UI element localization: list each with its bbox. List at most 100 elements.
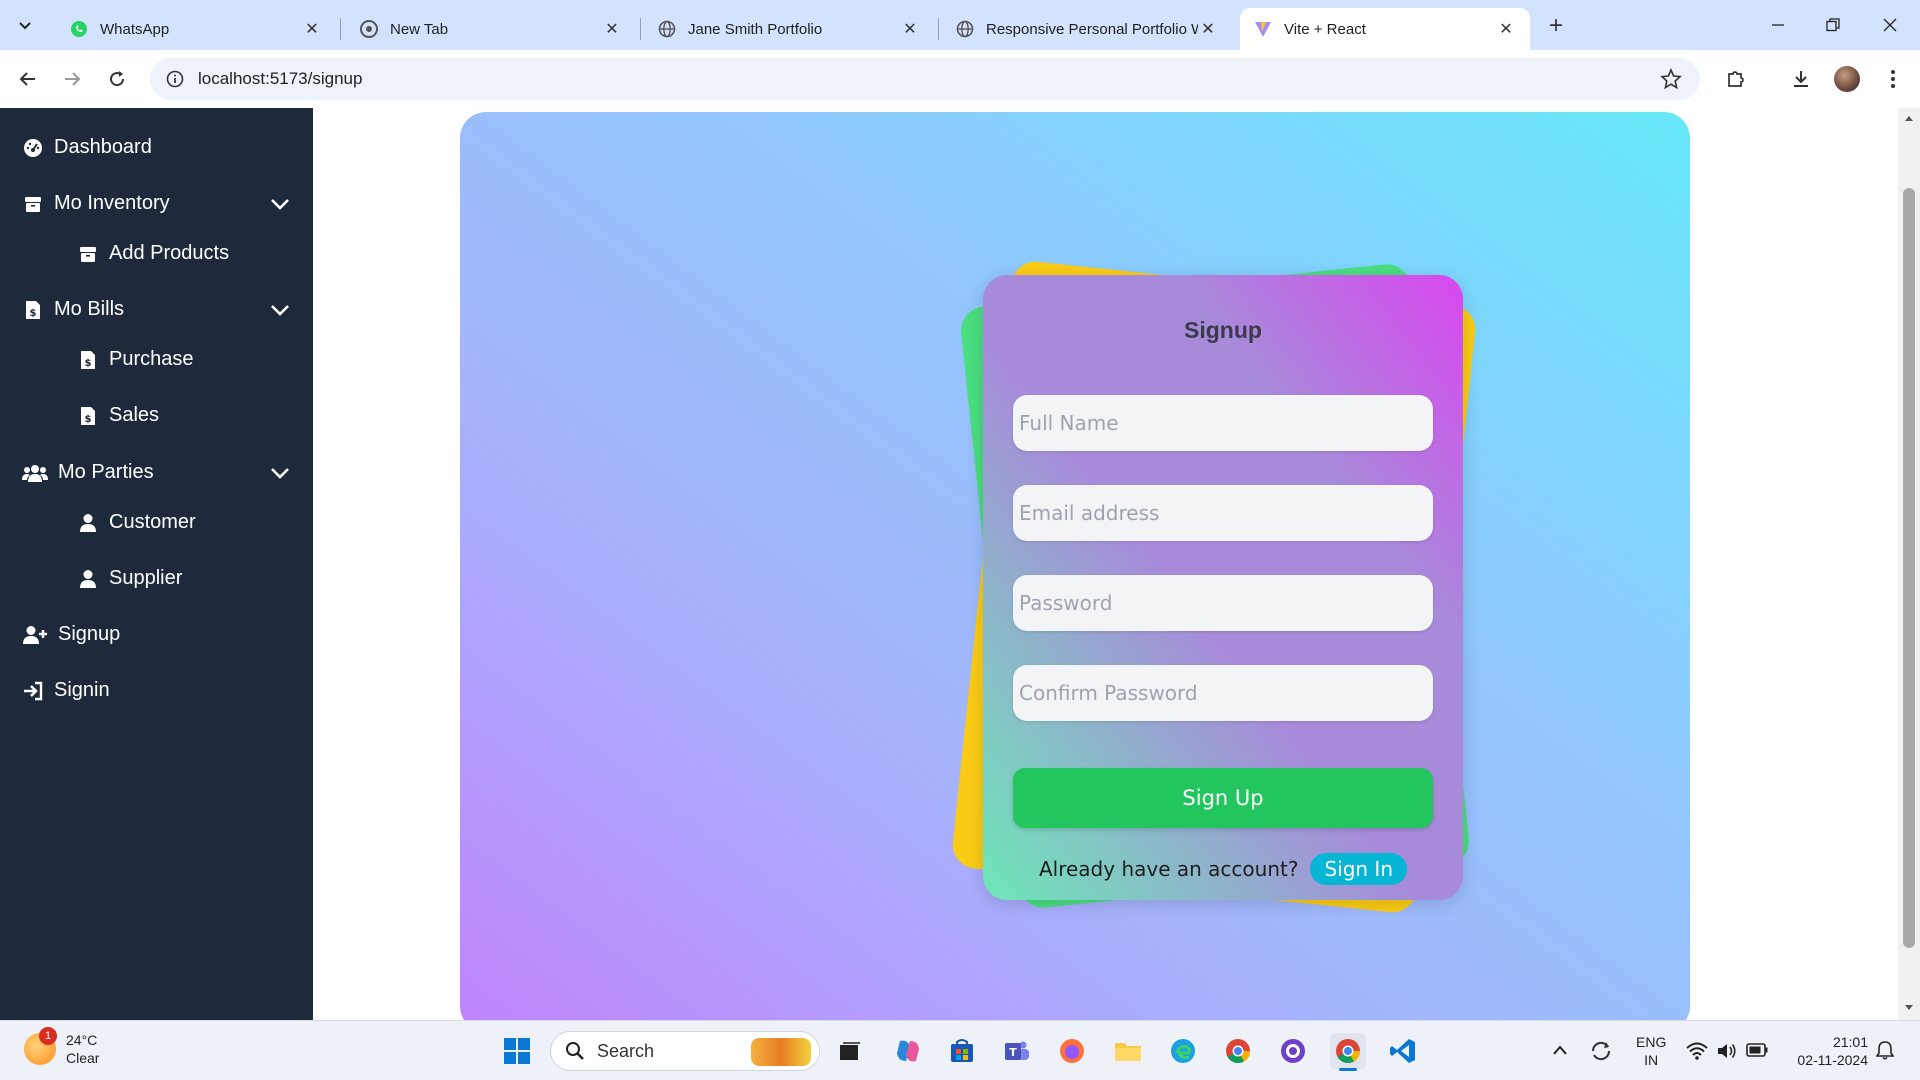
taskbar-copilot[interactable] (890, 1033, 926, 1069)
taskbar-chrome-active[interactable] (1330, 1033, 1366, 1071)
minimize-button[interactable] (1758, 10, 1798, 40)
sidebar-item-label: Dashboard (54, 136, 152, 158)
chevron-down-icon[interactable] (268, 461, 292, 485)
clock[interactable]: 21:01 02-11-2024 (1786, 1033, 1868, 1069)
taskbar-task-view[interactable] (832, 1033, 868, 1069)
close-icon[interactable]: ✕ (302, 19, 322, 39)
profile-button[interactable] (1832, 64, 1862, 94)
user-icon (77, 568, 99, 590)
taskbar-vscode[interactable] (1385, 1033, 1421, 1069)
start-button[interactable] (499, 1033, 535, 1069)
forward-button[interactable] (57, 64, 87, 94)
taskbar-github[interactable] (1275, 1033, 1311, 1069)
sidebar-item-customer[interactable]: Customer (77, 511, 196, 534)
svg-text:$: $ (30, 308, 37, 319)
sidebar-item-supplier[interactable]: Supplier (77, 567, 182, 590)
password-field[interactable] (1013, 575, 1433, 631)
sidebar-item-signin[interactable]: Signin (22, 679, 110, 702)
sidebar-item-mo-inventory[interactable]: Mo Inventory (22, 192, 170, 215)
signin-prompt: Already have an account? Sign In (983, 853, 1463, 885)
sidebar-item-mo-bills[interactable]: $ Mo Bills (22, 298, 124, 321)
tab-vite-react[interactable]: Vite + React ✕ (1240, 8, 1530, 50)
close-icon[interactable]: ✕ (1198, 19, 1218, 39)
scrollbar-thumb[interactable] (1903, 188, 1915, 948)
weather-widget[interactable]: 1 24°C Clear (24, 1027, 99, 1067)
full-name-field[interactable] (1013, 395, 1433, 451)
chevron-down-icon[interactable] (268, 298, 292, 322)
sidebar-item-add-products[interactable]: Add Products (77, 242, 229, 265)
battery-icon[interactable] (1746, 1043, 1768, 1057)
extensions-button[interactable] (1721, 64, 1751, 94)
confirm-password-field[interactable] (1013, 665, 1433, 721)
taskbar-search[interactable]: Search (550, 1031, 820, 1071)
svg-text:$: $ (85, 414, 92, 425)
browser-tab-strip: WhatsApp ✕ New Tab ✕ Jane Smith Portfoli… (0, 0, 1920, 50)
taskbar-edge[interactable] (1165, 1033, 1201, 1069)
arrow-left-icon (19, 72, 35, 86)
notification-badge: 1 (39, 1027, 57, 1045)
taskbar-store[interactable] (944, 1033, 980, 1069)
windows-logo-icon (504, 1038, 530, 1064)
tab-divider (640, 18, 641, 40)
reload-button[interactable] (102, 64, 132, 94)
close-icon (1883, 18, 1897, 32)
vite-icon (1254, 20, 1272, 38)
bookmark-star-icon[interactable] (1660, 67, 1682, 95)
reload-icon (110, 71, 125, 87)
sign-in-link[interactable]: Sign In (1310, 853, 1408, 885)
email-field[interactable] (1013, 485, 1433, 541)
sidebar-item-mo-parties[interactable]: Mo Parties (22, 461, 154, 484)
sidebar-item-label: Add Products (109, 242, 230, 264)
volume-icon[interactable] (1716, 1041, 1738, 1061)
chevron-down-icon[interactable] (268, 192, 292, 216)
globe-icon (658, 20, 676, 38)
taskbar-teams[interactable]: T (999, 1033, 1035, 1069)
chevron-up-icon[interactable] (1552, 1043, 1568, 1057)
page-scrollbar[interactable] (1898, 108, 1920, 1020)
close-icon[interactable]: ✕ (1496, 19, 1516, 39)
scroll-down-icon[interactable] (1904, 1004, 1914, 1012)
svg-text:$: $ (85, 358, 92, 369)
clock-time: 21:01 (1832, 1034, 1868, 1050)
user-plus-icon (22, 624, 48, 646)
user-icon (77, 512, 99, 534)
language-code: ENG (1636, 1034, 1667, 1050)
whatsapp-icon (70, 20, 88, 38)
task-view-icon (840, 1042, 860, 1060)
sidebar-item-sales[interactable]: $ Sales (77, 404, 159, 427)
taskbar-file-explorer[interactable] (1110, 1033, 1146, 1069)
language-indicator[interactable]: ENG IN (1636, 1033, 1666, 1069)
taskbar-chrome[interactable] (1220, 1033, 1256, 1069)
sign-in-icon (22, 680, 44, 702)
wifi-icon[interactable] (1686, 1041, 1708, 1061)
sidebar-item-purchase[interactable]: $ Purchase (77, 348, 194, 371)
tab-whatsapp[interactable]: WhatsApp ✕ (56, 8, 336, 50)
sync-icon[interactable] (1589, 1039, 1613, 1063)
back-button[interactable] (13, 64, 43, 94)
sign-up-button[interactable]: Sign Up (1013, 768, 1433, 828)
tab-new-tab[interactable]: New Tab ✕ (346, 8, 636, 50)
taskbar-firefox[interactable] (1054, 1033, 1090, 1069)
browser-menu-button[interactable] (1878, 64, 1908, 94)
sidebar-item-label: Mo Inventory (54, 192, 170, 214)
sidebar-item-label: Supplier (109, 567, 183, 589)
new-tab-button[interactable]: + (1542, 12, 1570, 40)
close-icon[interactable]: ✕ (602, 19, 622, 39)
sidebar-item-dashboard[interactable]: Dashboard (22, 136, 152, 159)
notification-bell-icon[interactable] (1876, 1040, 1894, 1060)
sidebar-item-signup[interactable]: Signup (22, 623, 120, 646)
signup-card: Signup Sign Up Already have an account? … (983, 275, 1463, 900)
tab-jane-smith-portfolio[interactable]: Jane Smith Portfolio ✕ (644, 8, 934, 50)
chrome-icon (1226, 1039, 1250, 1064)
tab-label: Responsive Personal Portfolio W (986, 20, 1198, 38)
address-bar[interactable]: localhost:5173/signup (150, 58, 1700, 100)
close-window-button[interactable] (1870, 10, 1910, 40)
downloads-button[interactable] (1786, 64, 1816, 94)
tab-responsive-portfolio[interactable]: Responsive Personal Portfolio W ✕ (942, 8, 1232, 50)
tab-search-button[interactable] (8, 10, 42, 40)
tab-label: Vite + React (1284, 20, 1366, 38)
restore-button[interactable] (1813, 10, 1853, 40)
scroll-up-icon[interactable] (1904, 114, 1914, 122)
search-icon (566, 1042, 584, 1060)
close-icon[interactable]: ✕ (900, 19, 920, 39)
